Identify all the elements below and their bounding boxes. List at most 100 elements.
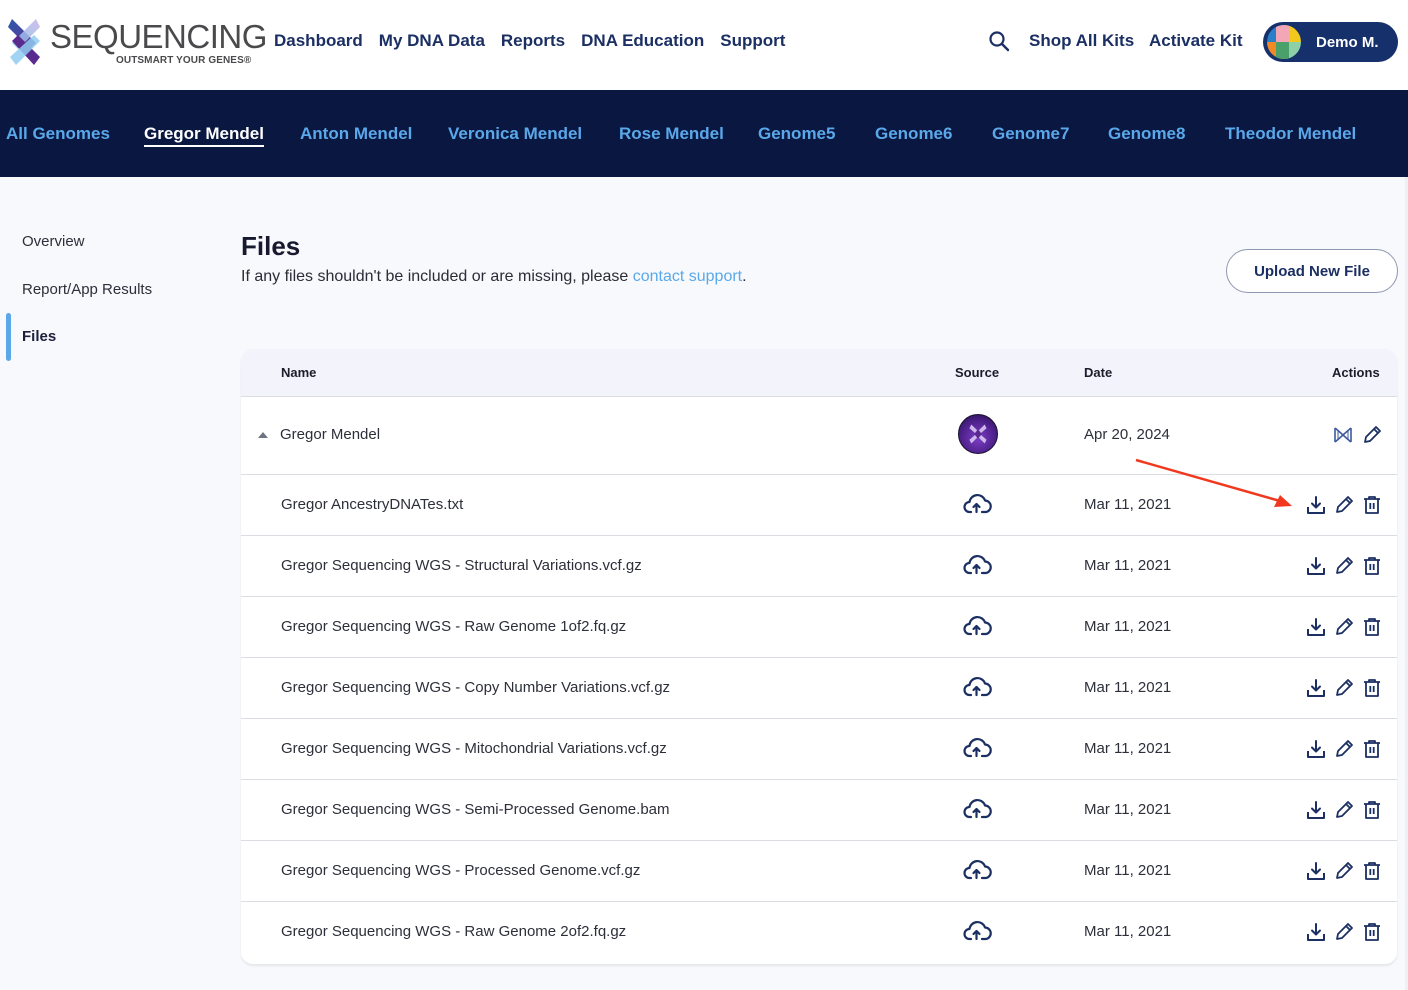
cloud-upload-icon <box>963 677 992 697</box>
activate-kit-link[interactable]: Activate Kit <box>1149 30 1243 52</box>
file-date: Mar 11, 2021 <box>1084 740 1172 757</box>
subnav-active-indicator <box>6 313 11 361</box>
genome-tab-genome8[interactable]: Genome8 <box>1108 124 1185 144</box>
search-icon[interactable] <box>988 30 1010 52</box>
upload-new-file-button[interactable]: Upload New File <box>1226 249 1398 293</box>
file-row[interactable]: Gregor Sequencing WGS - Processed Genome… <box>241 841 1397 902</box>
user-menu-button[interactable]: Demo M. <box>1263 22 1398 62</box>
nav-reports[interactable]: Reports <box>501 30 565 52</box>
edit-icon[interactable] <box>1333 921 1355 943</box>
page-subtitle: If any files shouldn't be included or ar… <box>241 267 747 287</box>
file-row[interactable]: Gregor Sequencing WGS - Mitochondrial Va… <box>241 719 1397 780</box>
delete-icon[interactable] <box>1361 738 1383 760</box>
file-name: Gregor Sequencing WGS - Raw Genome 1of2.… <box>281 618 627 635</box>
column-header-date[interactable]: Date <box>1084 365 1112 381</box>
file-row[interactable]: Gregor Sequencing WGS - Semi-Processed G… <box>241 780 1397 841</box>
nav-dashboard[interactable]: Dashboard <box>274 30 363 52</box>
file-name: Gregor Sequencing WGS - Raw Genome 2of2.… <box>281 923 627 940</box>
file-row[interactable]: Gregor Sequencing WGS - Copy Number Vari… <box>241 658 1397 719</box>
edit-icon[interactable] <box>1361 424 1383 446</box>
nav-support[interactable]: Support <box>720 30 785 52</box>
subtitle-text: If any files shouldn't be included or ar… <box>241 268 633 285</box>
file-row[interactable]: Gregor AncestryDNATes.txt Mar 11, 2021 <box>241 475 1397 536</box>
download-icon[interactable] <box>1305 921 1327 943</box>
genome-tab-genome5[interactable]: Genome5 <box>758 124 835 144</box>
delete-icon[interactable] <box>1361 555 1383 577</box>
edit-icon[interactable] <box>1333 494 1355 516</box>
group-date: Apr 20, 2024 <box>1084 426 1170 443</box>
file-name: Gregor Sequencing WGS - Processed Genome… <box>281 862 641 879</box>
delete-icon[interactable] <box>1361 921 1383 943</box>
download-icon[interactable] <box>1305 555 1327 577</box>
genome-tab-anton-mendel[interactable]: Anton Mendel <box>300 124 412 144</box>
download-icon[interactable] <box>1305 677 1327 699</box>
cloud-upload-icon <box>963 616 992 636</box>
files-table: Name Source Date Actions Gregor Mendel A… <box>241 349 1397 964</box>
table-header: Name Source Date Actions <box>241 349 1397 397</box>
cloud-upload-icon <box>963 860 992 880</box>
genome-tab-theodor-mendel[interactable]: Theodor Mendel <box>1225 124 1356 144</box>
download-icon[interactable] <box>1305 494 1327 516</box>
delete-icon[interactable] <box>1361 616 1383 638</box>
edit-icon[interactable] <box>1333 677 1355 699</box>
genome-group-row[interactable]: Gregor Mendel Apr 20, 2024 <box>241 397 1397 475</box>
genome-tab-all-genomes[interactable]: All Genomes <box>6 124 110 144</box>
file-name: Gregor AncestryDNATes.txt <box>281 496 464 513</box>
edit-icon[interactable] <box>1333 738 1355 760</box>
subnav-report-app-results[interactable]: Report/App Results <box>22 280 152 300</box>
file-date: Mar 11, 2021 <box>1084 557 1172 574</box>
file-date: Mar 11, 2021 <box>1084 862 1172 879</box>
top-header: SEQUENCING OUTSMART YOUR GENES® Dashboar… <box>0 0 1408 90</box>
download-icon[interactable] <box>1305 738 1327 760</box>
column-header-actions: Actions <box>1332 365 1380 380</box>
cloud-upload-icon <box>963 738 992 758</box>
sequencing-logo[interactable]: SEQUENCING OUTSMART YOUR GENES® <box>6 17 267 69</box>
cloud-upload-icon <box>963 555 992 575</box>
edit-icon[interactable] <box>1333 616 1355 638</box>
file-row[interactable]: Gregor Sequencing WGS - Structural Varia… <box>241 536 1397 597</box>
genome-tab-veronica-mendel[interactable]: Veronica Mendel <box>448 124 582 144</box>
genome-tab-genome6[interactable]: Genome6 <box>875 124 952 144</box>
file-row[interactable]: Gregor Sequencing WGS - Raw Genome 1of2.… <box>241 597 1397 658</box>
file-row[interactable]: Gregor Sequencing WGS - Raw Genome 2of2.… <box>241 902 1397 963</box>
genome-tab-genome7[interactable]: Genome7 <box>992 124 1069 144</box>
delete-icon[interactable] <box>1361 677 1383 699</box>
edit-icon[interactable] <box>1333 799 1355 821</box>
column-header-source: Source <box>955 365 1000 380</box>
nav-dna-education[interactable]: DNA Education <box>581 30 704 52</box>
file-name: Gregor Sequencing WGS - Mitochondrial Va… <box>281 740 667 757</box>
download-icon[interactable] <box>1305 860 1327 882</box>
edit-icon[interactable] <box>1333 860 1355 882</box>
avatar <box>1267 25 1301 59</box>
download-icon[interactable] <box>1305 616 1327 638</box>
delete-icon[interactable] <box>1361 494 1383 516</box>
delete-icon[interactable] <box>1361 860 1383 882</box>
cloud-upload-icon <box>963 799 992 819</box>
file-name: Gregor Sequencing WGS - Structural Varia… <box>281 557 642 574</box>
sequencing-logo-icon <box>958 414 998 454</box>
page-title: Files <box>241 231 301 261</box>
download-icon[interactable] <box>1305 799 1327 821</box>
file-date: Mar 11, 2021 <box>1084 801 1172 818</box>
genome-tab-rose-mendel[interactable]: Rose Mendel <box>619 124 724 144</box>
main-nav: Dashboard My DNA Data Reports DNA Educat… <box>274 30 801 52</box>
nav-my-dna-data[interactable]: My DNA Data <box>379 30 485 52</box>
file-name: Gregor Sequencing WGS - Semi-Processed G… <box>281 801 670 818</box>
file-date: Mar 11, 2021 <box>1084 679 1172 696</box>
logo-tagline: OUTSMART YOUR GENES® <box>116 55 252 66</box>
dna-view-icon[interactable] <box>1332 424 1354 446</box>
collapse-caret-icon[interactable] <box>258 432 268 438</box>
subtitle-period: . <box>742 268 747 285</box>
subnav-overview[interactable]: Overview <box>22 232 85 252</box>
delete-icon[interactable] <box>1361 799 1383 821</box>
logo-mark-icon <box>8 19 40 65</box>
shop-all-kits-link[interactable]: Shop All Kits <box>1029 30 1134 52</box>
edit-icon[interactable] <box>1333 555 1355 577</box>
subnav-files[interactable]: Files <box>22 327 56 347</box>
contact-support-link[interactable]: contact support <box>633 268 742 285</box>
file-date: Mar 11, 2021 <box>1084 618 1172 635</box>
logo-wordmark: SEQUENCING <box>50 18 267 55</box>
cloud-upload-icon <box>963 921 992 941</box>
column-header-name[interactable]: Name <box>281 365 316 381</box>
genome-tab-gregor-mendel[interactable]: Gregor Mendel <box>144 124 264 147</box>
